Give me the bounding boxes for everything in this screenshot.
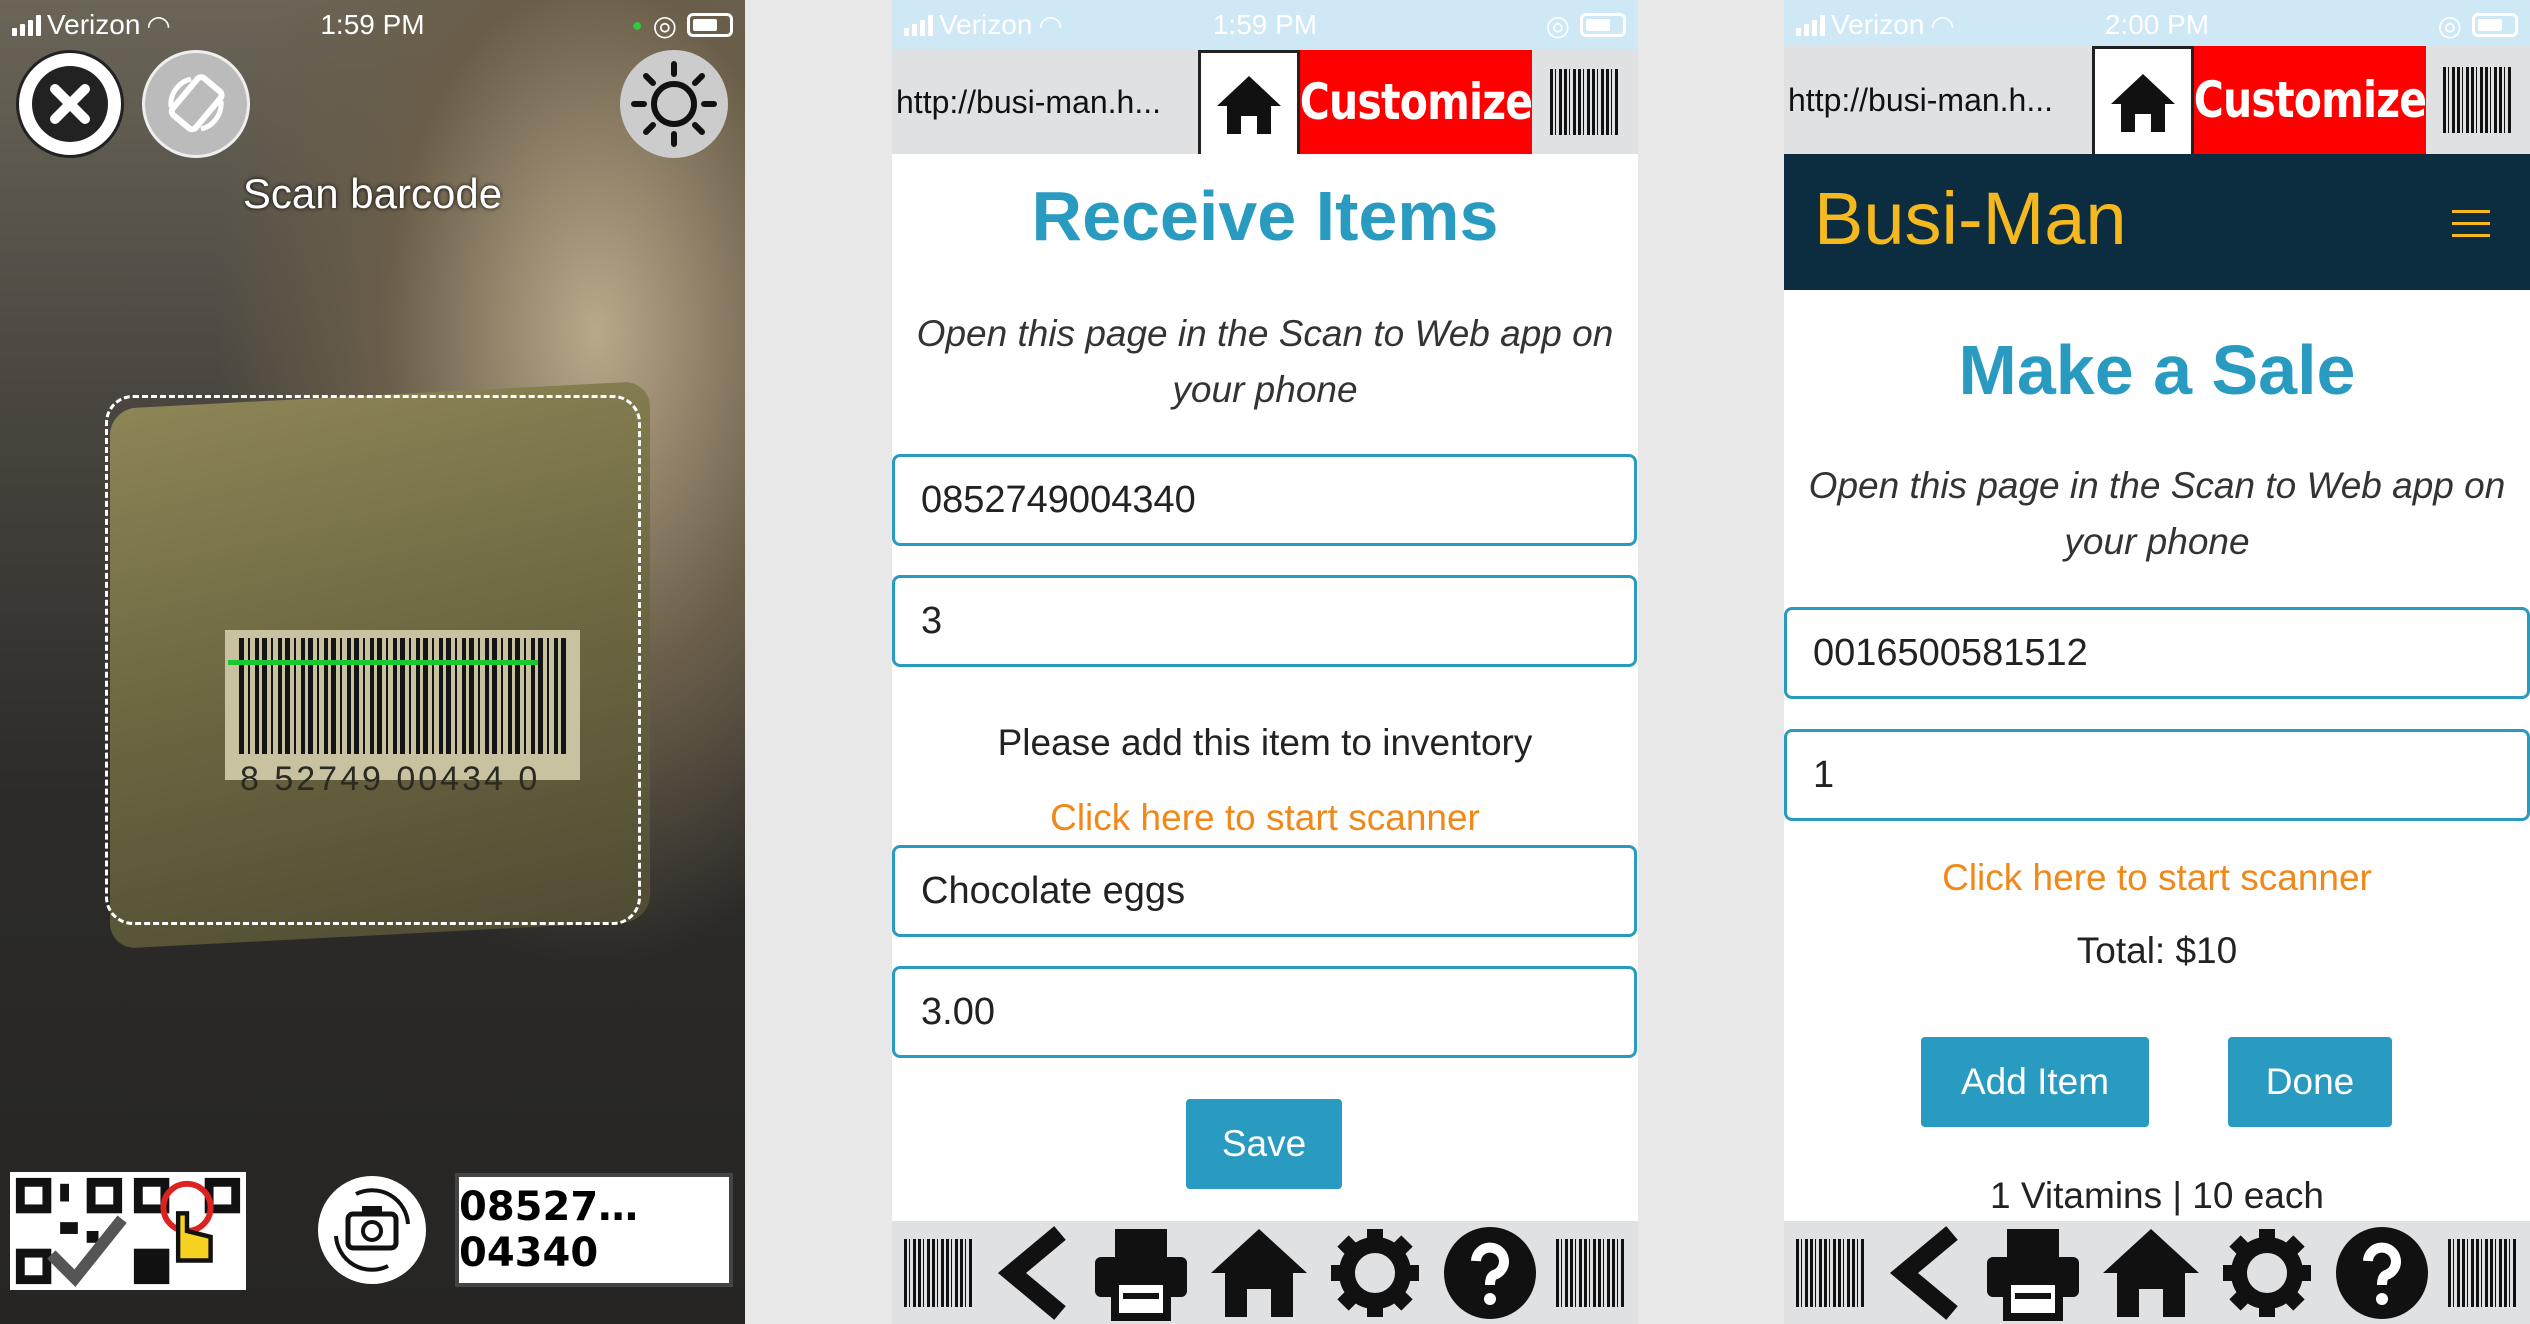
wifi-icon: ◠ bbox=[1930, 9, 1955, 41]
quantity-field[interactable]: 1 bbox=[1784, 729, 2530, 821]
barcode-icon[interactable] bbox=[1555, 1238, 1626, 1307]
scan-frame bbox=[105, 395, 641, 925]
orientation-lock-icon: ◎ bbox=[2437, 9, 2462, 41]
home-icon bbox=[1217, 75, 1281, 134]
price-field[interactable]: 3.00 bbox=[892, 966, 1637, 1058]
settings-gear-icon[interactable] bbox=[2219, 1225, 2315, 1321]
carrier-name: Verizon bbox=[47, 9, 141, 40]
wifi-icon: ◠ bbox=[1038, 9, 1063, 41]
app-toolbar: http://busi-man.h... Customize bbox=[892, 50, 1638, 154]
help-icon[interactable] bbox=[2334, 1225, 2430, 1321]
barcode-field[interactable]: 0016500581512 bbox=[1784, 607, 2530, 699]
barcode-field[interactable]: 0852749004340 bbox=[892, 454, 1637, 546]
scanner-screen: 8 52749 00434 0 Verizon ◠ 1:59 PM ● ◎ Scan… bbox=[0, 0, 745, 1324]
customize-label: Customize bbox=[2194, 46, 2426, 154]
page-subtitle-line1: Open this page in the Scan to Web app on bbox=[916, 313, 1614, 354]
print-icon[interactable] bbox=[1091, 1225, 1191, 1321]
rotate-icon bbox=[168, 74, 225, 133]
site-navbar: Busi-Man bbox=[1784, 154, 2530, 290]
battery-icon bbox=[687, 13, 733, 37]
page-title: Receive Items bbox=[1031, 177, 1499, 255]
status-bar: Verizon ◠ 1:59 PM ● ◎ bbox=[0, 0, 745, 50]
brand-logo[interactable]: Busi-Man bbox=[1814, 176, 2127, 261]
carrier-name: Verizon bbox=[1831, 9, 1925, 40]
tap-to-scan-icon bbox=[128, 1172, 246, 1290]
save-button[interactable]: Save bbox=[1186, 1099, 1342, 1189]
settings-gear-icon[interactable] bbox=[1327, 1225, 1423, 1321]
url-text: http://busi-man.h... bbox=[1788, 81, 2054, 118]
qr-mode-icon bbox=[10, 1172, 128, 1290]
signal-icon bbox=[1796, 14, 1825, 36]
home-button[interactable] bbox=[2092, 46, 2194, 154]
battery-icon bbox=[1580, 13, 1626, 37]
orientation-lock-icon: ◎ bbox=[1545, 9, 1570, 41]
home-icon[interactable] bbox=[2101, 1225, 2201, 1321]
page-title: Make a Sale bbox=[1958, 331, 2356, 409]
app-toolbar: http://busi-man.h... Customize bbox=[1784, 46, 2530, 154]
sale-line-item: 1 Vitamins | 10 each bbox=[1990, 1175, 2324, 1216]
back-icon[interactable] bbox=[1884, 1225, 1964, 1321]
quantity-field[interactable]: 3 bbox=[892, 575, 1637, 667]
barcode-scan-icon[interactable] bbox=[1550, 69, 1620, 135]
close-scanner-button[interactable] bbox=[16, 50, 124, 158]
page-subtitle-line2: your phone bbox=[2064, 521, 2250, 562]
wifi-icon: ◠ bbox=[146, 9, 171, 41]
barcode-icon[interactable] bbox=[1796, 1238, 1866, 1307]
customize-button[interactable]: Customize bbox=[2194, 46, 2426, 154]
customize-button[interactable]: Customize bbox=[1300, 50, 1532, 154]
done-button[interactable]: Done bbox=[2228, 1037, 2392, 1127]
bottom-toolbar bbox=[892, 1221, 1638, 1324]
qr-mode-button[interactable] bbox=[10, 1172, 246, 1290]
home-icon bbox=[2111, 73, 2175, 132]
add-item-button[interactable]: Add Item bbox=[1921, 1037, 2149, 1127]
battery-icon bbox=[2472, 13, 2518, 37]
url-text: http://busi-man.h... bbox=[896, 83, 1162, 120]
page-subtitle-line1: Open this page in the Scan to Web app on bbox=[1808, 465, 2506, 506]
barcode-scan-icon[interactable] bbox=[2443, 67, 2513, 133]
bottom-toolbar bbox=[1784, 1221, 2530, 1324]
scan-title: Scan barcode bbox=[242, 170, 503, 217]
camera-switch-icon bbox=[334, 1188, 410, 1272]
page-subtitle-line2: your phone bbox=[1172, 369, 1358, 410]
signal-icon bbox=[904, 14, 933, 36]
close-icon bbox=[32, 66, 108, 142]
signal-icon bbox=[12, 14, 41, 36]
barcode-icon[interactable] bbox=[904, 1238, 974, 1307]
receive-items-screen: Verizon ◠ 1:59 PM ◎ http://busi-man.h... … bbox=[892, 0, 1638, 1324]
orientation-lock-icon: ◎ bbox=[652, 9, 677, 41]
item-name-field[interactable]: Chocolate eggs bbox=[892, 845, 1637, 937]
print-icon[interactable] bbox=[1983, 1225, 2083, 1321]
carrier-name: Verizon bbox=[939, 9, 1033, 40]
camera-switch-button[interactable] bbox=[318, 1176, 426, 1284]
flashlight-button[interactable] bbox=[620, 50, 728, 158]
help-icon[interactable] bbox=[1442, 1225, 1538, 1321]
scanned-code-display: 08527…04340 bbox=[455, 1173, 733, 1287]
total-amount: Total: $10 bbox=[2076, 930, 2238, 971]
customize-label: Customize bbox=[1300, 50, 1532, 154]
barcode-icon[interactable] bbox=[2447, 1238, 2518, 1307]
back-icon[interactable] bbox=[992, 1225, 1072, 1321]
rotate-button[interactable] bbox=[142, 50, 250, 158]
make-sale-screen: Verizon ◠ 2:00 PM ◎ http://busi-man.h... … bbox=[1784, 0, 2530, 1324]
home-icon[interactable] bbox=[1209, 1225, 1309, 1321]
inventory-notice: Please add this item to inventory bbox=[997, 722, 1533, 763]
status-bar: Verizon ◠ 2:00 PM ◎ bbox=[1784, 0, 2530, 50]
start-scanner-link[interactable]: Click here to start scanner bbox=[1784, 857, 2530, 899]
screenshot-collage: 8 52749 00434 0 Verizon ◠ 1:59 PM ● ◎ Scan… bbox=[0, 0, 2530, 1324]
start-scanner-link[interactable]: Click here to start scanner bbox=[892, 797, 1638, 839]
mic-dot-icon: ● bbox=[631, 14, 643, 35]
menu-icon[interactable] bbox=[2452, 210, 2490, 246]
status-bar: Verizon ◠ 1:59 PM ◎ bbox=[892, 0, 1638, 50]
home-button[interactable] bbox=[1198, 50, 1300, 154]
flashlight-icon bbox=[631, 61, 717, 147]
